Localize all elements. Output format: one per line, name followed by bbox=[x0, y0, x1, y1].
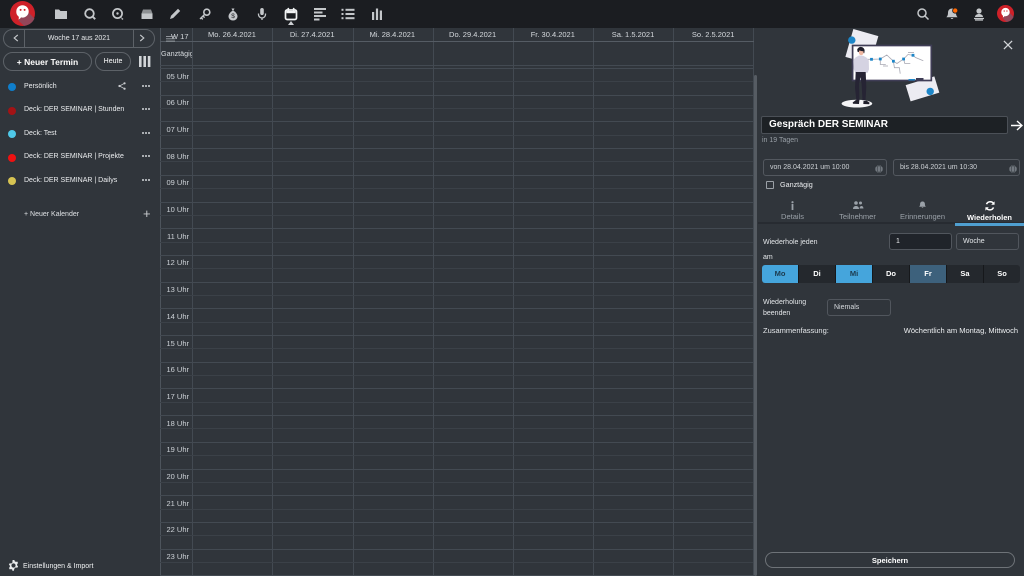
svg-text:$: $ bbox=[231, 13, 235, 20]
